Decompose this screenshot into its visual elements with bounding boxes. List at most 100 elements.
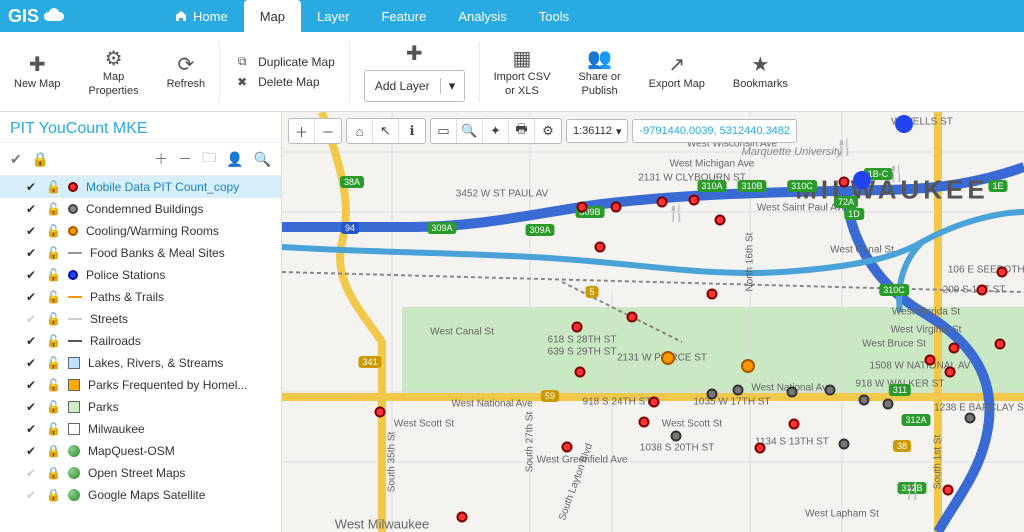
layer-item[interactable]: ✔🔓Paths & Trails	[0, 286, 281, 308]
map-marker[interactable]	[707, 389, 718, 400]
map-marker[interactable]	[839, 439, 850, 450]
visibility-toggle[interactable]: ✔	[24, 290, 38, 304]
police-station-marker[interactable]	[853, 171, 871, 189]
visibility-toggle[interactable]: ✔	[24, 312, 38, 326]
visibility-toggle[interactable]: ✔	[24, 400, 38, 414]
map-marker[interactable]	[945, 367, 956, 378]
layer-item[interactable]: ✔🔓Railroads	[0, 330, 281, 352]
map-marker[interactable]: 🍴	[887, 169, 898, 180]
map-marker[interactable]: 🍴	[903, 487, 914, 498]
lock-toggle[interactable]: 🔓	[46, 378, 60, 392]
tab-layer[interactable]: Layer	[301, 0, 366, 32]
layer-item[interactable]: ✔🔓Streets	[0, 308, 281, 330]
lock-toggle[interactable]: 🔓	[46, 422, 60, 436]
map-marker[interactable]	[715, 215, 726, 226]
map-marker[interactable]	[997, 267, 1008, 278]
visibility-toggle[interactable]: ✔	[24, 444, 38, 458]
layer-item[interactable]: ✔🔒MapQuest-OSM	[0, 440, 281, 462]
zoom-rect-button[interactable]: 🔍	[457, 119, 483, 143]
map-marker[interactable]	[733, 385, 744, 396]
map-marker[interactable]	[977, 285, 988, 296]
remove-layer-icon[interactable]: －	[178, 149, 192, 169]
scale-display[interactable]: 1:36112▾	[566, 119, 628, 143]
map-marker[interactable]	[575, 367, 586, 378]
visibility-toggle[interactable]: ✔	[24, 378, 38, 392]
tab-feature[interactable]: Feature	[366, 0, 443, 32]
layer-item[interactable]: ✔🔓Condemned Buildings	[0, 198, 281, 220]
info-tool-button[interactable]: ℹ	[399, 119, 425, 143]
map-marker[interactable]	[572, 322, 583, 333]
lock-toggle[interactable]: 🔓	[46, 202, 60, 216]
map-marker[interactable]	[741, 359, 755, 373]
police-station-marker[interactable]	[895, 115, 913, 133]
layer-item[interactable]: ✔🔒Open Street Maps	[0, 462, 281, 484]
map-properties-button[interactable]: ⚙ Map Properties	[74, 32, 152, 111]
map-marker[interactable]: 🍴	[667, 209, 678, 220]
map-marker[interactable]	[859, 395, 870, 406]
map-marker[interactable]	[689, 195, 700, 206]
tab-tools[interactable]: Tools	[523, 0, 585, 32]
map-marker[interactable]	[825, 385, 836, 396]
new-map-button[interactable]: ✚ New Map	[0, 32, 74, 111]
bookmarks-button[interactable]: ★ Bookmarks	[719, 32, 802, 111]
map-marker[interactable]	[375, 407, 386, 418]
duplicate-map-button[interactable]: ⧉ Duplicate Map	[234, 54, 335, 69]
visibility-toggle[interactable]: ✔	[24, 224, 38, 238]
lock-toggle[interactable]: 🔓	[46, 290, 60, 304]
tab-home[interactable]: Home	[159, 0, 244, 32]
map-marker[interactable]	[595, 242, 606, 253]
add-layer-icon[interactable]: ＋	[154, 149, 168, 169]
map-marker[interactable]	[577, 202, 588, 213]
visibility-toggle[interactable]: ✔	[24, 202, 38, 216]
visibility-toggle[interactable]: ✔	[24, 466, 38, 480]
lock-toggle[interactable]: 🔓	[46, 246, 60, 260]
map-marker[interactable]	[883, 399, 894, 410]
visibility-toggle[interactable]: ✔	[24, 488, 38, 502]
layer-item[interactable]: ✔🔒Google Maps Satellite	[0, 484, 281, 506]
tab-analysis[interactable]: Analysis	[442, 0, 522, 32]
export-map-button[interactable]: ↗ Export Map	[635, 32, 719, 111]
lock-toggle[interactable]: 🔓	[46, 180, 60, 194]
map-marker[interactable]	[639, 417, 650, 428]
map-marker[interactable]: 🍴	[835, 143, 846, 154]
visibility-toggle[interactable]: ✔	[24, 268, 38, 282]
visibility-toggle[interactable]: ✔	[24, 180, 38, 194]
lock-toggle[interactable]: 🔓	[46, 334, 60, 348]
folder-icon[interactable]: 🗀	[202, 147, 216, 171]
visibility-toggle[interactable]: ✔	[24, 334, 38, 348]
add-layer-dropdown[interactable]: Add Layer ▾	[364, 70, 465, 102]
map-marker[interactable]	[562, 442, 573, 453]
map-marker[interactable]	[943, 485, 954, 496]
map-marker[interactable]	[925, 355, 936, 366]
map-marker[interactable]	[671, 431, 682, 442]
layer-item[interactable]: ✔🔓Police Stations	[0, 264, 281, 286]
visibility-toggle[interactable]: ✔	[24, 422, 38, 436]
share-button[interactable]: 👥 Share or Publish	[564, 32, 634, 111]
layer-item[interactable]: ✔🔓Parks	[0, 396, 281, 418]
user-icon[interactable]: 👤	[226, 151, 243, 168]
map-marker[interactable]	[649, 397, 660, 408]
layer-item[interactable]: ✔🔓Parks Frequented by Homel...	[0, 374, 281, 396]
refresh-button[interactable]: ⟳ Refresh	[153, 32, 220, 111]
map-marker[interactable]	[661, 351, 675, 365]
map-canvas[interactable]: MILWAUKEE Marquette University West Milw…	[282, 112, 1024, 532]
lock-toggle[interactable]: 🔒	[46, 466, 60, 480]
map-marker[interactable]	[611, 202, 622, 213]
pan-tool-button[interactable]: ↖	[373, 119, 399, 143]
zoom-out-button[interactable]: －	[315, 119, 341, 143]
import-csv-button[interactable]: ▦ Import CSV or XLS	[480, 32, 565, 111]
map-marker[interactable]	[787, 387, 798, 398]
delete-map-button[interactable]: ✖ Delete Map	[234, 75, 335, 89]
lock-column-icon[interactable]: 🔒	[32, 151, 49, 168]
print-button[interactable]: 🖶	[509, 119, 535, 143]
map-marker[interactable]	[965, 413, 976, 424]
full-extent-button[interactable]: ⌂	[347, 119, 373, 143]
lock-toggle[interactable]: 🔓	[46, 224, 60, 238]
tab-map[interactable]: Map	[244, 0, 301, 32]
settings-button[interactable]: ⚙	[535, 119, 561, 143]
select-rect-button[interactable]: ▭	[431, 119, 457, 143]
lock-toggle[interactable]: 🔓	[46, 312, 60, 326]
lock-toggle[interactable]: 🔒	[46, 444, 60, 458]
lock-toggle[interactable]: 🔓	[46, 356, 60, 370]
zoom-to-icon[interactable]: 🔍	[254, 151, 271, 168]
